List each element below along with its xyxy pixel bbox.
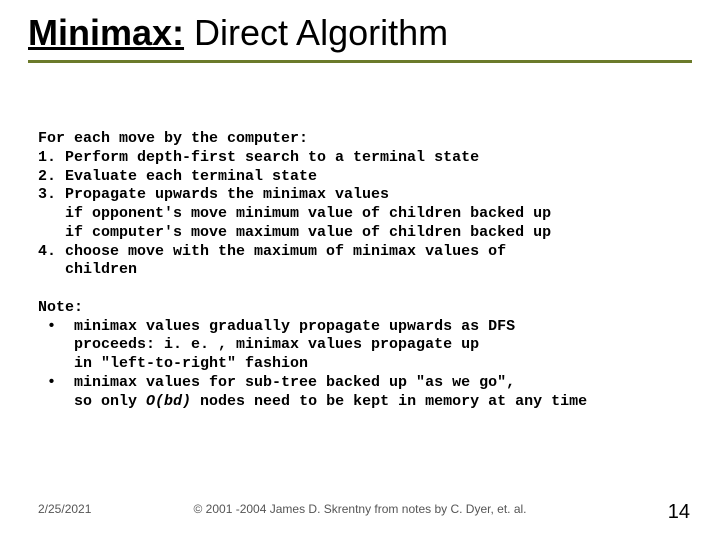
footer-copyright: © 2001 -2004 James D. Skrentny from note… — [0, 502, 720, 516]
slide-title: Minimax: Direct Algorithm — [28, 12, 692, 63]
footer-page-number: 14 — [668, 501, 690, 524]
title-area: Minimax: Direct Algorithm — [28, 12, 692, 63]
title-rest: Direct Algorithm — [184, 12, 448, 53]
footer: 2/25/2021 © 2001 -2004 James D. Skrentny… — [0, 502, 720, 522]
title-bold: Minimax: — [28, 12, 184, 53]
slide-body: For each move by the computer: 1. Perfor… — [38, 130, 700, 411]
slide: Minimax: Direct Algorithm For each move … — [0, 0, 720, 540]
